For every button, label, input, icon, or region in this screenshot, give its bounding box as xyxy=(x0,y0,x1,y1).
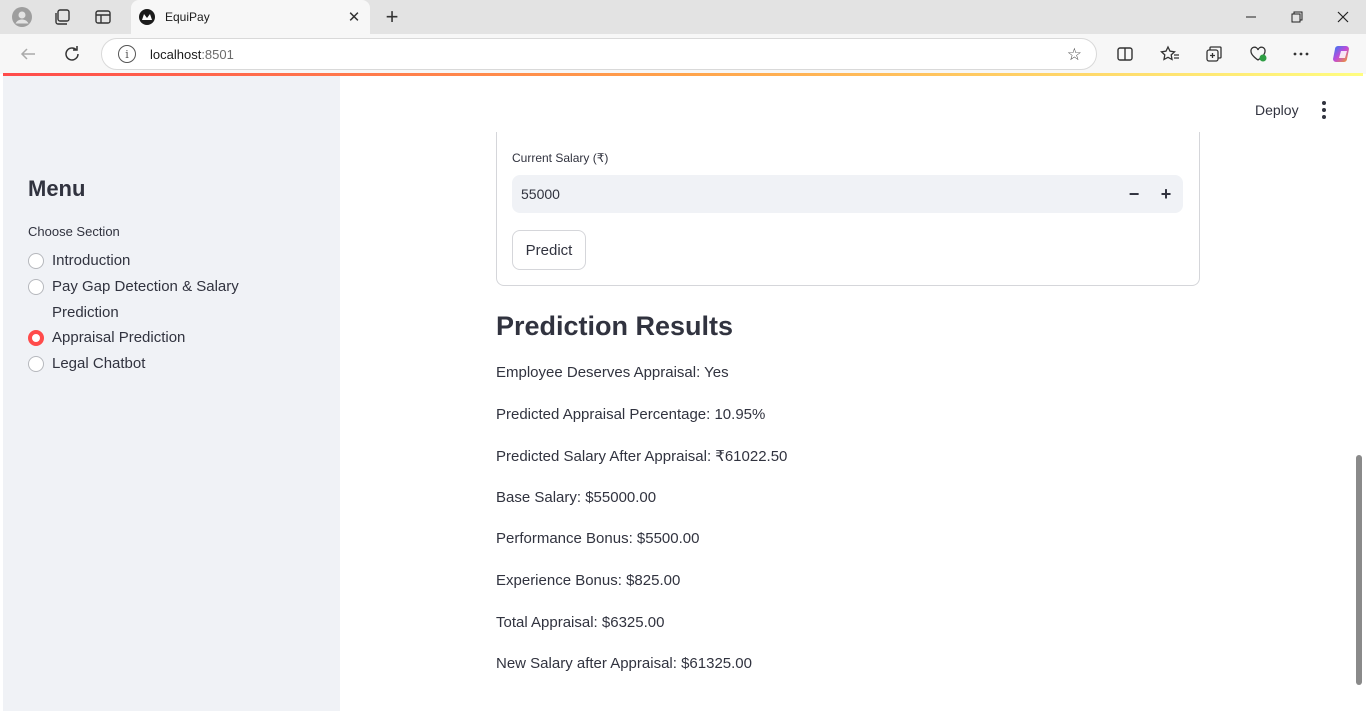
profile-icon[interactable] xyxy=(10,6,34,28)
deploy-button[interactable]: Deploy xyxy=(1255,102,1299,118)
restore-icon[interactable] xyxy=(1274,0,1320,34)
browser-nav-bar: i localhost:8501 ☆ xyxy=(0,34,1366,74)
choose-section-label: Choose Section xyxy=(28,224,120,239)
browser-essentials-icon[interactable] xyxy=(1245,42,1271,66)
current-salary-label: Current Salary (₹) xyxy=(512,151,609,165)
result-base-salary: Base Salary: $55000.00 xyxy=(496,489,657,506)
sidebar-item-introduction[interactable]: Introduction xyxy=(28,252,252,274)
radio-unselected-icon[interactable] xyxy=(28,356,44,372)
new-tab-icon[interactable]: + xyxy=(380,4,404,29)
result-deserves-appraisal: Employee Deserves Appraisal: Yes xyxy=(496,364,729,381)
main-header xyxy=(340,76,1353,132)
current-salary-value[interactable]: 55000 xyxy=(521,186,560,202)
sidebar-item-label: Legal Chatbot xyxy=(52,355,146,372)
radio-unselected-icon[interactable] xyxy=(28,253,44,269)
radio-selected-icon[interactable] xyxy=(28,330,44,346)
collections-icon[interactable] xyxy=(1201,42,1227,66)
address-host: localhost xyxy=(150,46,202,62)
sidebar-item-pay-gap-detection[interactable]: Pay Gap Detection & Salary Prediction xyxy=(28,278,252,325)
browser-tab-equipay[interactable]: EquiPay ✕ xyxy=(131,0,370,34)
favorite-star-icon[interactable]: ☆ xyxy=(1067,45,1082,65)
tab-actions-icon[interactable] xyxy=(91,6,115,28)
sidebar-item-label: Pay Gap Detection & Salary Prediction xyxy=(52,278,239,321)
browser-tab-bar: EquiPay ✕ + xyxy=(0,0,1366,34)
sidebar-item-legal-chatbot[interactable]: Legal Chatbot xyxy=(28,355,252,377)
sidebar-item-label: Introduction xyxy=(52,252,131,269)
streamlit-favicon-icon xyxy=(139,9,155,25)
result-experience-bonus: Experience Bonus: $825.00 xyxy=(496,572,681,589)
close-window-icon[interactable] xyxy=(1320,0,1366,34)
prediction-results-title: Prediction Results xyxy=(496,311,734,341)
increment-button[interactable]: + xyxy=(1151,178,1181,210)
result-salary-after-appraisal: Predicted Salary After Appraisal: ₹61022… xyxy=(496,448,788,465)
main-menu-icon[interactable] xyxy=(1316,100,1332,120)
site-info-icon[interactable]: i xyxy=(118,45,136,63)
result-performance-bonus: Performance Bonus: $5500.00 xyxy=(496,530,700,547)
minimize-icon[interactable] xyxy=(1228,0,1274,34)
result-total-appraisal: Total Appraisal: $6325.00 xyxy=(496,614,665,631)
result-new-salary: New Salary after Appraisal: $61325.00 xyxy=(496,655,752,672)
address-port: :8501 xyxy=(201,46,234,62)
scrollbar-thumb[interactable] xyxy=(1356,455,1362,685)
decrement-button[interactable]: − xyxy=(1119,178,1149,210)
radio-unselected-icon[interactable] xyxy=(28,279,44,295)
result-appraisal-percentage: Predicted Appraisal Percentage: 10.95% xyxy=(496,406,766,423)
back-icon[interactable] xyxy=(15,42,41,66)
tab-title: EquiPay xyxy=(165,10,210,24)
close-tab-icon[interactable]: ✕ xyxy=(342,5,366,29)
favorites-icon[interactable] xyxy=(1157,42,1183,66)
workspaces-icon[interactable] xyxy=(50,6,74,28)
sidebar-menu-title: Menu xyxy=(28,176,86,201)
sidebar-item-label: Appraisal Prediction xyxy=(52,329,186,346)
refresh-icon[interactable] xyxy=(59,42,85,66)
sidebar: Menu Choose Section Introduction Pay Gap… xyxy=(3,76,340,711)
predict-button[interactable]: Predict xyxy=(512,230,586,270)
more-options-icon[interactable] xyxy=(1288,42,1314,66)
split-screen-icon[interactable] xyxy=(1112,42,1138,66)
current-salary-input[interactable]: 55000 − + xyxy=(512,175,1183,213)
address-bar[interactable]: i localhost:8501 ☆ xyxy=(101,38,1097,70)
sidebar-item-appraisal-prediction[interactable]: Appraisal Prediction xyxy=(28,329,252,351)
copilot-icon[interactable] xyxy=(1330,42,1356,66)
